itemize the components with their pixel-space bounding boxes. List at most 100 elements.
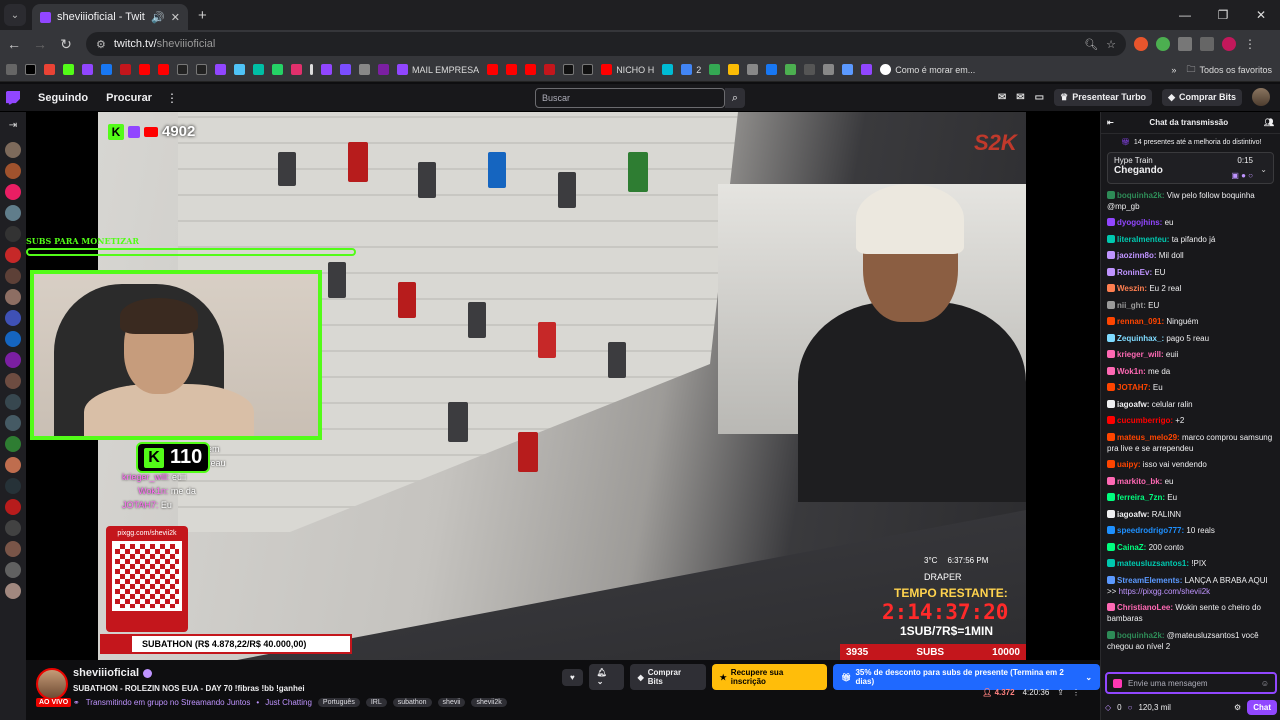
inbox-icon[interactable]: ✉ [998, 92, 1006, 103]
extension-icon[interactable] [1156, 37, 1170, 51]
bits-icon[interactable] [1113, 678, 1122, 688]
chat-username[interactable]: nii_ght: [1117, 301, 1146, 310]
channel-avatar[interactable] [5, 142, 21, 158]
bookmark-icon[interactable] [747, 64, 759, 75]
chat-username[interactable]: Zequinhax_: [1117, 334, 1164, 343]
bookmark-icon[interactable] [662, 64, 674, 75]
chat-username[interactable]: RoninEv: [1117, 268, 1152, 277]
profile-avatar[interactable] [1222, 37, 1236, 51]
messages-icon[interactable]: ✉ [1016, 92, 1024, 103]
bookmark-tiktok-icon[interactable] [582, 64, 594, 75]
chat-username[interactable]: CainaZ: [1117, 543, 1146, 552]
channel-avatar[interactable] [5, 205, 21, 221]
tag[interactable]: IRL [365, 698, 387, 707]
more-bookmarks-icon[interactable]: » [1171, 65, 1176, 75]
browser-tab[interactable]: sheviiioficial - Twitch 🔊 ✕ [32, 4, 188, 30]
badge-icon[interactable] [1107, 350, 1115, 358]
bookmark-youtube-icon[interactable] [525, 64, 537, 75]
bookmark-youtube-icon[interactable] [139, 64, 150, 75]
channel-avatar[interactable] [5, 289, 21, 305]
speaker-icon[interactable]: 🔊 [151, 11, 165, 24]
chat-username[interactable]: mateus_melo29: [1117, 433, 1180, 442]
chat-input[interactable]: Envie uma mensagem ☺ [1105, 672, 1277, 694]
emote-picker-icon[interactable]: ☺ [1261, 679, 1269, 688]
channel-avatar[interactable] [5, 457, 21, 473]
bookmark-como-morar[interactable]: Como é morar em... [880, 64, 975, 75]
extension-icon[interactable] [1134, 37, 1148, 51]
channel-avatar[interactable] [36, 668, 68, 700]
new-tab-button[interactable]: + [198, 7, 207, 24]
chat-username[interactable]: mateusluzsantos1: [1117, 559, 1189, 568]
back-button[interactable]: ← [2, 32, 26, 56]
bookmark-icon[interactable] [253, 64, 264, 75]
menu-icon[interactable]: ⋮ [1244, 37, 1256, 51]
bookmark-whatsapp-icon[interactable] [272, 64, 283, 75]
channel-avatar[interactable] [5, 499, 21, 515]
channel-avatar[interactable] [5, 373, 21, 389]
tag[interactable]: shevii2k [471, 698, 507, 707]
bookmark-icon[interactable] [785, 64, 797, 75]
nav-following[interactable]: Seguindo [38, 92, 88, 104]
badge-icon[interactable] [1107, 476, 1115, 485]
badge-icon[interactable] [1107, 251, 1115, 259]
maximize-button[interactable]: ❐ [1204, 0, 1242, 30]
bookmark-mail-empresa[interactable]: MAIL EMPRESA [397, 64, 479, 75]
chat-settings-icon[interactable]: ⚙ [1234, 703, 1241, 712]
gift-turbo-button[interactable]: ♛ Presentear Turbo [1054, 88, 1153, 106]
channel-avatar[interactable] [5, 415, 21, 431]
badge-icon[interactable] [1107, 399, 1115, 408]
chat-username[interactable]: rennan_091: [1117, 317, 1164, 326]
bookmark-icon[interactable] [861, 64, 873, 75]
channel-avatar[interactable] [5, 394, 21, 410]
bookmark-kick-icon[interactable] [177, 64, 188, 75]
badge-icon[interactable] [1107, 460, 1115, 468]
badge-icon[interactable] [1107, 559, 1115, 567]
chat-username[interactable]: Weszin: [1117, 284, 1147, 293]
bookmark-nicho-h[interactable]: NICHO H [601, 64, 654, 75]
bookmark-twitch-icon[interactable] [215, 64, 226, 75]
chat-username[interactable]: uaipy: [1117, 460, 1141, 469]
badge-icon[interactable] [1107, 317, 1115, 325]
channel-avatar[interactable] [5, 520, 21, 536]
chat-username[interactable]: jaozinn8o: [1117, 251, 1157, 260]
bookmark-icon[interactable] [359, 64, 370, 75]
badge-icon[interactable] [1107, 300, 1115, 309]
chat-username[interactable]: cucumberrigo: [1117, 416, 1173, 425]
reload-button[interactable]: ↻ [54, 32, 78, 56]
badge-icon[interactable] [1107, 333, 1115, 342]
buy-bits-stream-button[interactable]: ◆ Comprar Bits [629, 664, 706, 690]
all-bookmarks-button[interactable]: 🗀 Todos os favoritos [1186, 62, 1272, 78]
tab-search-button[interactable]: ⌄ [4, 4, 26, 26]
collapse-chat-icon[interactable]: ⇤ [1107, 118, 1114, 127]
bookmark-2[interactable]: 2 [681, 64, 701, 75]
apps-icon[interactable] [6, 64, 17, 75]
channel-avatar[interactable] [5, 331, 21, 347]
channel-avatar[interactable] [5, 226, 21, 242]
bookmark-icon[interactable] [196, 64, 207, 75]
bookmark-kick-icon[interactable] [63, 64, 74, 75]
channel-avatar[interactable] [5, 541, 21, 557]
badge-icon[interactable] [1107, 383, 1115, 391]
chat-username[interactable]: StreamElements: [1117, 576, 1182, 585]
bookmark-icon[interactable] [321, 64, 332, 75]
search-input[interactable]: Buscar [535, 88, 725, 108]
puzzle-icon[interactable] [1178, 37, 1192, 51]
zoom-icon[interactable]: 🔍︎ [1084, 38, 1098, 51]
tag[interactable]: subathon [392, 698, 432, 707]
group-stream-label[interactable]: Transmitindo em grupo no Streamando Junt… [86, 698, 251, 707]
channel-avatar[interactable] [5, 163, 21, 179]
share-icon[interactable]: ⇪ [1057, 688, 1064, 697]
forward-button[interactable]: → [28, 32, 52, 56]
channel-avatar[interactable] [5, 184, 21, 200]
close-window-button[interactable]: ✕ [1242, 0, 1280, 30]
video-player[interactable]: S2K K 4902 SUBS PARA MONETIZAR élem 5 re… [26, 112, 1100, 660]
url-bar[interactable]: ⚙ twitch.tv/sheviiioficial 🔍︎ ☆ [86, 32, 1126, 56]
search-button[interactable]: ⌕ [725, 88, 745, 108]
close-tab-icon[interactable]: ✕ [171, 11, 180, 24]
bookmark-icon[interactable] [766, 64, 778, 75]
channel-avatar[interactable] [5, 310, 21, 326]
chat-username[interactable]: JOTAH7: [1117, 383, 1151, 392]
bookmark-icon[interactable] [120, 64, 131, 75]
badge-icon[interactable] [1107, 493, 1115, 501]
bookmark-instagram-icon[interactable] [291, 64, 302, 75]
